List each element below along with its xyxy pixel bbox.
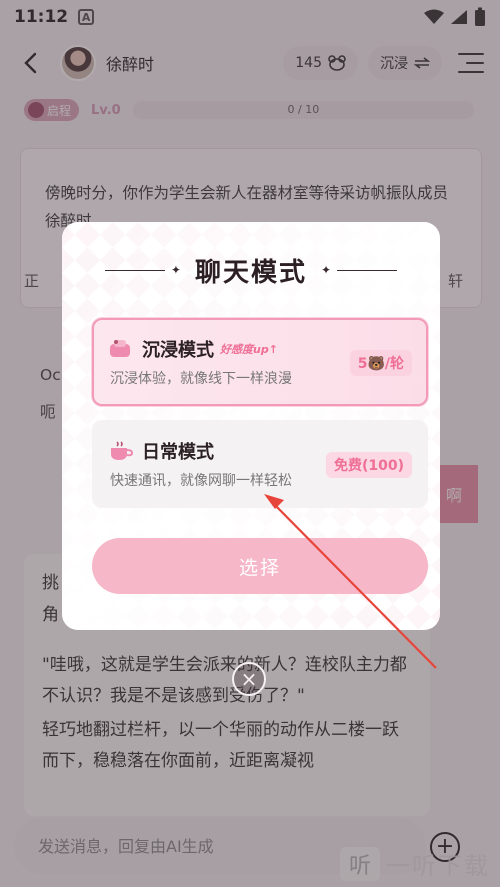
select-button[interactable]: 选择	[92, 538, 428, 594]
daily-mode-icon	[111, 441, 134, 460]
close-dialog-button[interactable]: ×	[232, 662, 266, 696]
sparkle-icon: ✦	[321, 263, 332, 277]
mode-name: 沉浸模式	[142, 340, 214, 361]
chat-mode-dialog: ✦ 聊天模式 ✦ 沉浸模式 好感度up↑ 沉浸体验，就像线下一样浪漫 5🐻/轮 …	[62, 222, 440, 630]
dialog-title: 聊天模式	[194, 257, 307, 288]
title-divider	[337, 269, 398, 271]
immersive-mode-icon	[110, 340, 130, 357]
title-divider	[104, 269, 165, 271]
daily-mode-option[interactable]: 日常模式 快速通讯，就像网聊一样轻松 免费(100)	[92, 420, 428, 508]
mode-name: 日常模式	[142, 442, 214, 463]
mode-price-badge: 5🐻/轮	[349, 350, 412, 376]
mode-price-badge: 免费(100)	[325, 452, 412, 478]
sparkle-icon: ✦	[170, 263, 181, 277]
close-icon: ×	[240, 667, 258, 691]
dialog-header: ✦ 聊天模式 ✦	[62, 250, 440, 290]
mode-tag: 好感度up↑	[220, 343, 278, 356]
immersive-mode-option[interactable]: 沉浸模式 好感度up↑ 沉浸体验，就像线下一样浪漫 5🐻/轮	[92, 318, 428, 406]
